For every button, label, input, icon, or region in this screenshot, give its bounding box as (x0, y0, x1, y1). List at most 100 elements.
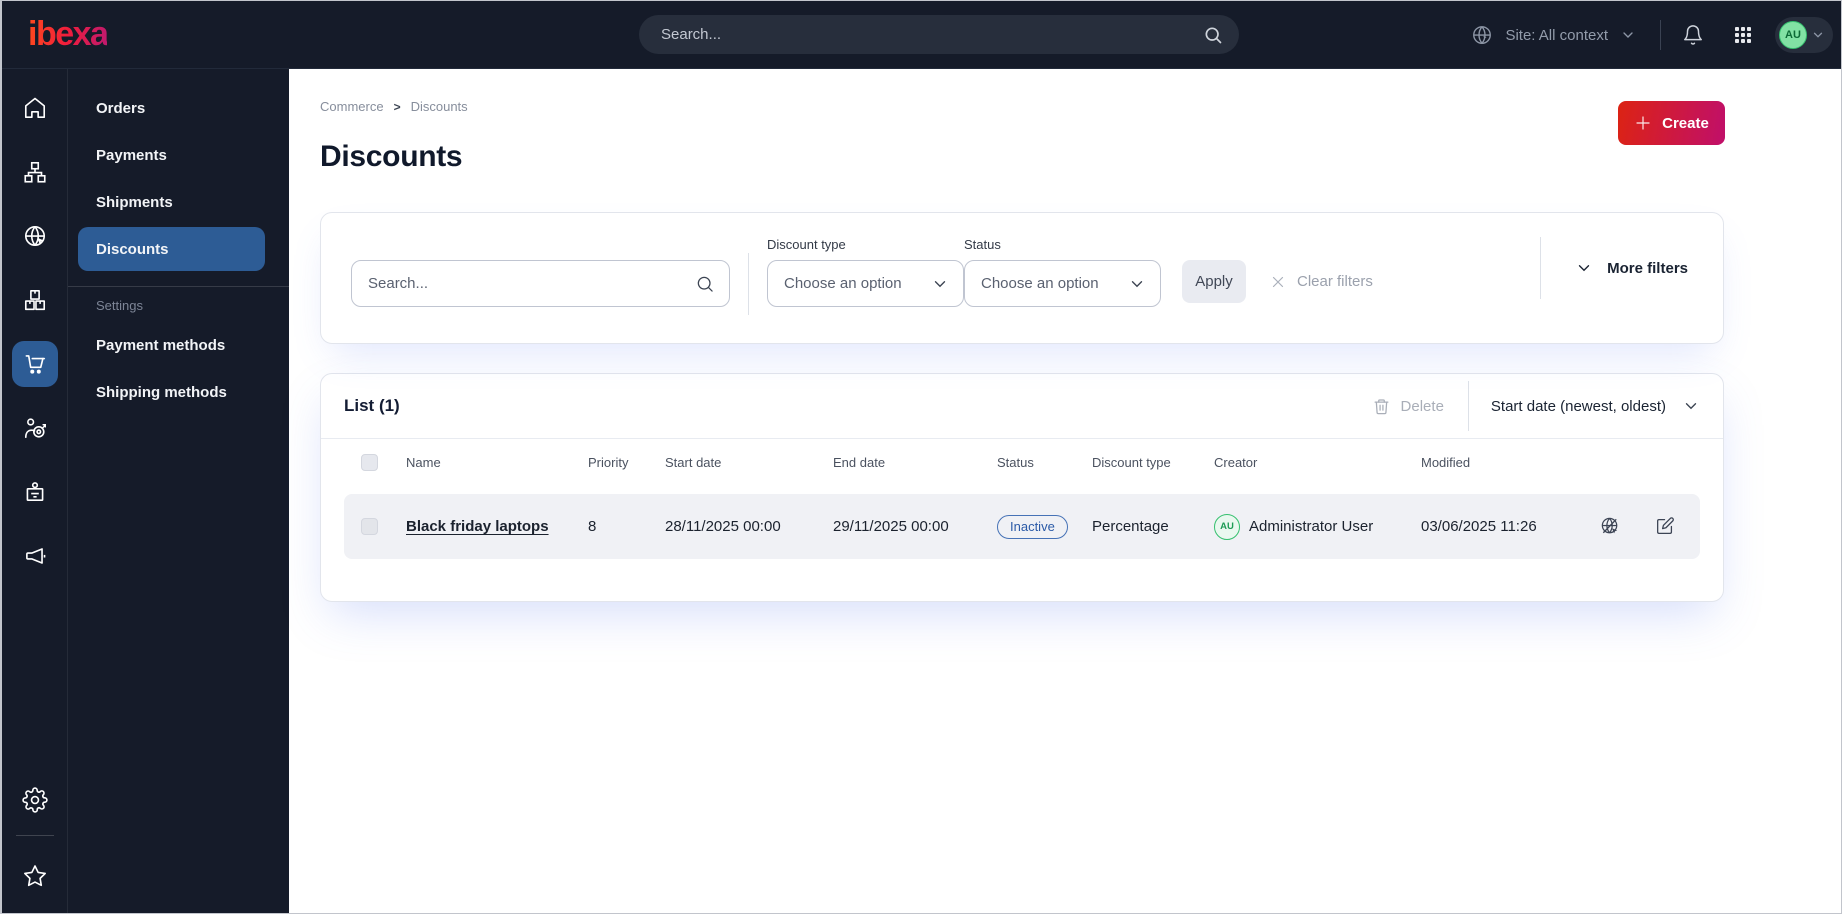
rail-item-product-catalog[interactable] (12, 277, 58, 323)
plus-icon (1634, 114, 1652, 132)
id-badge-icon (22, 479, 48, 505)
product-catalog-icon (22, 287, 48, 313)
bell-icon (1682, 24, 1704, 46)
topbar: ibexa Site: All context (2, 1, 1841, 69)
rail-item-promotions[interactable] (12, 533, 58, 579)
chevron-down-icon (931, 275, 949, 293)
site-context-selector[interactable]: Site: All context (1471, 24, 1636, 46)
column-creator: Creator (1214, 455, 1258, 470)
rail-item-site[interactable] (12, 213, 58, 259)
rail-item-bookmarks[interactable] (12, 853, 58, 899)
filter-search-input[interactable] (368, 275, 695, 292)
main-content: Commerce > Discounts Create Discounts Di… (289, 69, 1841, 913)
preview-disabled-icon[interactable] (1599, 515, 1622, 538)
app-window: ibexa Site: All context (0, 0, 1842, 914)
column-end-date: End date (833, 455, 886, 470)
list-head-divider (1467, 381, 1469, 431)
row-discount-type: Percentage (1092, 518, 1169, 535)
list-title: List (1) (344, 396, 400, 415)
globe-icon (1471, 24, 1493, 46)
clear-filters-button[interactable]: Clear filters (1269, 260, 1373, 303)
rail-item-customer-experience[interactable] (12, 405, 58, 451)
shopping-cart-icon (22, 351, 48, 377)
breadcrumb-commerce[interactable]: Commerce (320, 99, 384, 114)
discount-type-label: Discount type (767, 237, 846, 252)
sort-selector[interactable]: Start date (newest, oldest) (1491, 397, 1700, 415)
more-filters-button[interactable]: More filters (1540, 237, 1688, 299)
site-context-label: Site: All context (1505, 26, 1608, 44)
breadcrumb-separator: > (393, 99, 401, 114)
apps-menu-button[interactable] (1725, 17, 1761, 53)
row-checkbox[interactable] (361, 518, 378, 535)
megaphone-icon (22, 543, 48, 569)
chevron-down-icon (1811, 28, 1825, 42)
star-icon (22, 863, 48, 889)
content-tree-icon (22, 159, 48, 185)
global-search[interactable] (639, 15, 1239, 54)
creator-name: Administrator User (1249, 518, 1374, 535)
apply-button[interactable]: Apply (1182, 260, 1246, 303)
home-icon (22, 95, 48, 121)
filter-search[interactable] (351, 260, 730, 307)
sidebar-item-shipping-methods[interactable]: Shipping methods (68, 370, 289, 414)
sidebar-divider (68, 286, 289, 287)
status-badge: Inactive (997, 514, 1068, 539)
sidebar-item-orders[interactable]: Orders (68, 86, 289, 130)
table-header: Name Priority Start date End date Status… (344, 439, 1700, 486)
filter-divider (748, 253, 749, 315)
rail-item-commerce[interactable] (11, 341, 58, 387)
sidebar-item-discounts[interactable]: Discounts (78, 227, 265, 271)
user-avatar: AU (1779, 21, 1807, 49)
commerce-sidebar: Orders Payments Shipments Discounts Sett… (68, 69, 289, 913)
sidebar-item-shipments[interactable]: Shipments (68, 180, 289, 224)
icon-rail (2, 69, 68, 913)
breadcrumb-discounts[interactable]: Discounts (411, 99, 468, 114)
rail-item-content-tree[interactable] (12, 149, 58, 195)
delete-button[interactable]: Delete (1372, 397, 1444, 416)
rail-item-home[interactable] (12, 85, 58, 131)
status-select[interactable]: Choose an option (964, 260, 1161, 307)
customer-target-icon (22, 415, 48, 441)
sidebar-section-settings: Settings (96, 297, 143, 313)
notifications-button[interactable] (1675, 17, 1711, 53)
rail-item-members[interactable] (12, 469, 58, 515)
rail-item-settings[interactable] (12, 777, 58, 823)
user-menu[interactable]: AU (1775, 17, 1833, 53)
global-search-input[interactable] (661, 26, 1203, 43)
edit-icon[interactable] (1654, 515, 1676, 538)
sidebar-item-payment-methods[interactable]: Payment methods (68, 323, 289, 367)
column-priority: Priority (588, 455, 629, 470)
column-start-date: Start date (665, 455, 722, 470)
create-button[interactable]: Create (1618, 101, 1725, 145)
row-modified: 03/06/2025 11:26 (1421, 518, 1537, 535)
x-icon (1269, 273, 1287, 291)
column-name: Name (406, 455, 441, 470)
ibexa-logo[interactable]: ibexa (28, 15, 109, 54)
column-discount-type: Discount type (1092, 455, 1171, 470)
table-row: Black friday laptops 8 28/11/2025 00:00 … (344, 494, 1700, 559)
row-end-date: 29/11/2025 00:00 (833, 518, 949, 535)
chevron-down-icon (1682, 397, 1700, 415)
chevron-down-icon (1620, 27, 1636, 43)
sidebar-item-payments[interactable]: Payments (68, 133, 289, 177)
column-modified: Modified (1421, 455, 1471, 470)
row-priority: 8 (588, 518, 597, 535)
column-status: Status (997, 455, 1034, 470)
chevron-down-icon (1128, 275, 1146, 293)
chevron-down-icon (1575, 259, 1593, 277)
discount-name-link[interactable]: Black friday laptops (406, 518, 549, 535)
search-icon[interactable] (695, 274, 715, 294)
status-label: Status (964, 237, 1001, 252)
site-globe-icon (22, 223, 48, 249)
grid-icon (1733, 25, 1753, 45)
page-title: Discounts (320, 140, 463, 173)
gear-icon (21, 787, 48, 813)
trash-icon (1372, 397, 1391, 416)
topbar-divider (1660, 20, 1661, 50)
creator-avatar: AU (1214, 513, 1240, 540)
discount-type-select[interactable]: Choose an option (767, 260, 964, 307)
search-icon[interactable] (1203, 25, 1223, 45)
discounts-list-panel: List (1) Delete Start date (newest, olde… (320, 373, 1724, 602)
filters-panel: Discount type Choose an option Status Ch… (320, 212, 1724, 344)
select-all-checkbox[interactable] (361, 454, 378, 471)
